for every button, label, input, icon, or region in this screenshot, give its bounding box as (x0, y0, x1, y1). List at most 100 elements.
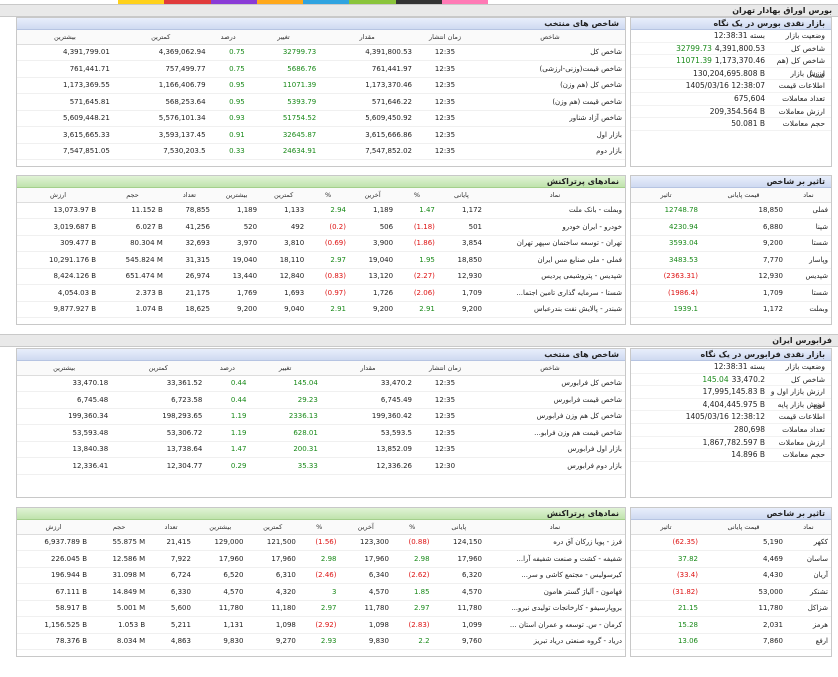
fara-impact-cell-name[interactable]: تشنکر (786, 583, 831, 601)
fara-index-cell-name[interactable]: شاخص قیمت فرابورس (475, 391, 625, 409)
fara-active-cell-name[interactable]: فهامون - آلیاژ گستر هامون (485, 583, 625, 601)
fara-impact-row[interactable]: آریان 4,430 (33.4) (631, 567, 831, 584)
tehran-index-cell-name[interactable]: شاخص کل (هم وزن) (475, 77, 625, 94)
tehran-impact-cell-name[interactable]: شپدیس (786, 268, 831, 285)
fara-active-cell-name[interactable]: بروپارسیفو - کارخانجات تولیدی نیرو... (485, 600, 625, 617)
fara-impact-cell-name[interactable]: آریان (786, 567, 831, 584)
tehran-active-panel: نمادهای پرتراکنش نماد پایانی% آخرین% کمترین… (16, 175, 626, 325)
fara-impact-cell-name[interactable]: شزاکل (786, 600, 831, 617)
fara-index-row[interactable]: بازار اول فرابورس 12:35 13,852.09 200.31 1.4… (17, 441, 625, 458)
fara-index-cell: 199,360.34 (17, 408, 112, 425)
tehran-index-row[interactable]: شاخص آزاد شناور 12:35 5,609,450.92 51754.52… (17, 110, 625, 127)
fara-active-cell-name[interactable]: کیرسولیس - مجتمع کاشی و سر... (485, 567, 625, 584)
fara-active-cell: 8.034 M (90, 633, 149, 650)
tehran-active-row[interactable]: شبندر - پالایش نفت بندرعباس 9,200 2.91 9,20… (17, 301, 625, 318)
tehran-impact-row[interactable]: شپنا 6,880 4230.94 (631, 218, 831, 236)
tehran-impact-cell-name[interactable]: شستا (786, 284, 831, 302)
fara-impact-cell-name[interactable]: ساسان (786, 550, 831, 568)
tehran-impact-cell-name[interactable]: فملی (786, 202, 831, 219)
tehran-active-cell: 41,256 (165, 218, 213, 236)
fara-impact-row[interactable]: ککهر 5,190 (62.35) (631, 534, 831, 551)
fara-active-cell: 123,300 (339, 534, 392, 551)
fara-active-row[interactable]: کیرسولیس - مجتمع کاشی و سر... 6,320 (2.62)… (17, 567, 625, 584)
fara-active-cell-name[interactable]: کرمان - س. توسعه و عمران استان ... (485, 616, 625, 634)
tehran-active-cell-name[interactable]: فملی - ملی صنایع مس ایران (485, 251, 625, 269)
fara-active-row[interactable]: شفیفه - کشت و صنعت شفیفه آرا... 17,960 2.9… (17, 550, 625, 568)
fara-impact-col-header: نماد (786, 520, 831, 535)
tehran-active-row[interactable]: وبملت - بانک ملت 1,172 1.47 1,189 2.94 1,133 1… (17, 202, 625, 219)
fara-index-row[interactable]: شاخص کل فرابورس 12:35 33,470.2 145.04 0.44 33… (17, 375, 625, 392)
tehran-impact-row[interactable]: وبملت 1,172 1939.1 (631, 301, 831, 318)
fara-impact-cell: 7,860 (701, 633, 786, 650)
tehran-index-cell-name[interactable]: شاخص آزاد شناور (475, 110, 625, 127)
fara-impact-row[interactable]: شزاکل 11,780 21.15 (631, 600, 831, 617)
fara-impact-cell-name[interactable]: ککهر (786, 534, 831, 551)
fara-active-row[interactable]: فرز - پویا زرکان آق دره 124,150 (0.88) 123,… (17, 534, 625, 551)
tehran-active-row[interactable]: خودرو - ایران خودرو 501 (1.18) 506 (0.2) 492 5… (17, 218, 625, 236)
tehran-active-cell-name[interactable]: خودرو - ایران خودرو (485, 218, 625, 236)
fara-index-row[interactable]: شاخص قیمت فرابورس 12:35 6,745.49 29.23 0.44 6… (17, 391, 625, 409)
fara-index-cell-name[interactable]: شاخص قیمت هم وزن فرابو... (475, 424, 625, 442)
tehran-impact-cell-name[interactable]: شستا (786, 235, 831, 252)
fara-active-cell: 4,570 (432, 583, 485, 601)
fara-index-cell-name[interactable]: شاخص کل فرابورس (475, 375, 625, 392)
fara-impact-row[interactable]: ارفع 7,860 13.06 (631, 633, 831, 650)
fara-index-row[interactable]: شاخص کل هم وزن فرابورس 12:35 199,360.42 233… (17, 408, 625, 425)
tehran-active-row[interactable]: فملی - ملی صنایع مس ایران 18,850 1.95 19,04… (17, 251, 625, 269)
tehran-active-row[interactable]: شپدیس - پتروشیمی پردیس 12,930 (2.27) 13,120… (17, 268, 625, 285)
tehran-index-row[interactable]: شاخص قیمت(وزنی-ارزشی) 12:35 761,441.97 5686… (17, 60, 625, 78)
fara-impact-cell: 11,780 (701, 600, 786, 617)
tehran-index-cell-name[interactable]: بازار اول (475, 126, 625, 144)
tehran-index-cell-name[interactable]: بازار دوم (475, 143, 625, 160)
tehran-index-row[interactable]: بازار دوم 12:35 7,547,852.02 24634.91 0.33 7,… (17, 143, 625, 160)
fara-active-row[interactable]: دریاد - گروه صنعتی دریاد تبریز 9,760 2.2 9,… (17, 633, 625, 650)
tehran-index-cell: 571,645.81 (17, 93, 113, 111)
tehran-impact-cell: 1939.1 (631, 301, 701, 318)
tehran-active-cell-name[interactable]: تهران - توسعه ساختمان سپهر تهران (485, 235, 625, 252)
fara-active-cell-name[interactable]: فرز - پویا زرکان آق دره (485, 534, 625, 551)
fara-index-cell-name[interactable]: بازار دوم فرابورس (475, 457, 625, 475)
tehran-index-row[interactable]: شاخص کل 12:35 4,391,800.53 32799.73 0.75 4,36… (17, 44, 625, 61)
tehran-active-cell-name[interactable]: شستا - سرمایه گذاری تامین اجتما... (485, 284, 625, 302)
fara-index-cell-name[interactable]: بازار اول فرابورس (475, 441, 625, 458)
fara-index-row[interactable]: بازار دوم فرابورس 12:30 12,336.26 35.33 0.29… (17, 457, 625, 475)
tehran-impact-row[interactable]: فملی 18,850 12748.78 (631, 202, 831, 219)
fara-active-cell-name[interactable]: دریاد - گروه صنعتی دریاد تبریز (485, 633, 625, 650)
tehran-active-col-header: بیشترین (212, 188, 261, 203)
fara-impact-row[interactable]: تشنکر 53,000 (31.82) (631, 583, 831, 601)
fara-impact-cell-name[interactable]: ارفع (786, 633, 831, 650)
fara-active-row[interactable]: کرمان - س. توسعه و عمران استان ... 1,099(… (17, 616, 625, 634)
fara-active-row[interactable]: بروپارسیفو - کارخانجات تولیدی نیرو... 11,… (17, 600, 625, 617)
fara-active-cell: 67.111 B (17, 583, 91, 601)
tehran-impact-row[interactable]: وپاسار 7,770 3483.53 (631, 251, 831, 269)
fara-active-cell: 1,098 (246, 616, 299, 634)
fara-index-cell-name[interactable]: شاخص کل هم وزن فرابورس (475, 408, 625, 425)
tehran-active-cell-name[interactable]: شبندر - پالایش نفت بندرعباس (485, 301, 625, 318)
tehran-impact-row[interactable]: شپدیس 12,930 (2363.31) (631, 268, 831, 285)
tehran-index-row[interactable]: بازار اول 12:35 3,615,666.86 32645.87 0.91 3,… (17, 126, 625, 144)
tehran-active-cell-name[interactable]: وبملت - بانک ملت (485, 202, 625, 219)
tehran-active-row[interactable]: تهران - توسعه ساختمان سپهر تهران 3,854 (1.… (17, 235, 625, 252)
fara-impact-header-row: نماد قیمت پایانی تاثیر (631, 520, 831, 535)
tehran-impact-cell-name[interactable]: وبملت (786, 301, 831, 318)
fara-active-row[interactable]: فهامون - آلیاژ گستر هامون 4,570 1.85 4,570 3… (17, 583, 625, 601)
tehran-impact-row[interactable]: شستا 1,709 (1986.4) (631, 284, 831, 302)
tehran-index-cell-name[interactable]: شاخص کل (475, 44, 625, 61)
fara-impact-cell-name[interactable]: هرمز (786, 616, 831, 634)
tehran-index-cell-name[interactable]: شاخص قیمت(وزنی-ارزشی) (475, 60, 625, 78)
tehran-index-row[interactable]: شاخص کل (هم وزن) 12:35 1,173,370.46 11071.3… (17, 77, 625, 94)
fara-active-cell: 2.2 (391, 633, 433, 650)
tehran-impact-row[interactable]: شستا 9,200 3593.04 (631, 235, 831, 252)
tehran-impact-cell-name[interactable]: شپنا (786, 218, 831, 236)
fara-index-row[interactable]: شاخص قیمت هم وزن فرابو... 12:35 53,593.5 62… (17, 424, 625, 442)
fara-impact-row[interactable]: هرمز 2,031 15.28 (631, 616, 831, 634)
fara-overview-label: تعداد معاملات (782, 424, 825, 434)
tehran-active-cell-name[interactable]: شپدیس - پتروشیمی پردیس (485, 268, 625, 285)
tehran-index-row[interactable]: شاخص قیمت (هم وزن) 12:35 571,646.22 5393.79… (17, 93, 625, 111)
tehran-active-row[interactable]: شستا - سرمایه گذاری تامین اجتما... 1,709(… (17, 284, 625, 302)
tehran-index-cell-name[interactable]: شاخص قیمت (هم وزن) (475, 93, 625, 111)
fara-impact-row[interactable]: ساسان 4,469 37.82 (631, 550, 831, 568)
fara-active-cell-name[interactable]: شفیفه - کشت و صنعت شفیفه آرا... (485, 550, 625, 568)
tehran-overview-label: ارزش معاملات (778, 106, 825, 116)
tehran-impact-cell-name[interactable]: وپاسار (786, 251, 831, 269)
